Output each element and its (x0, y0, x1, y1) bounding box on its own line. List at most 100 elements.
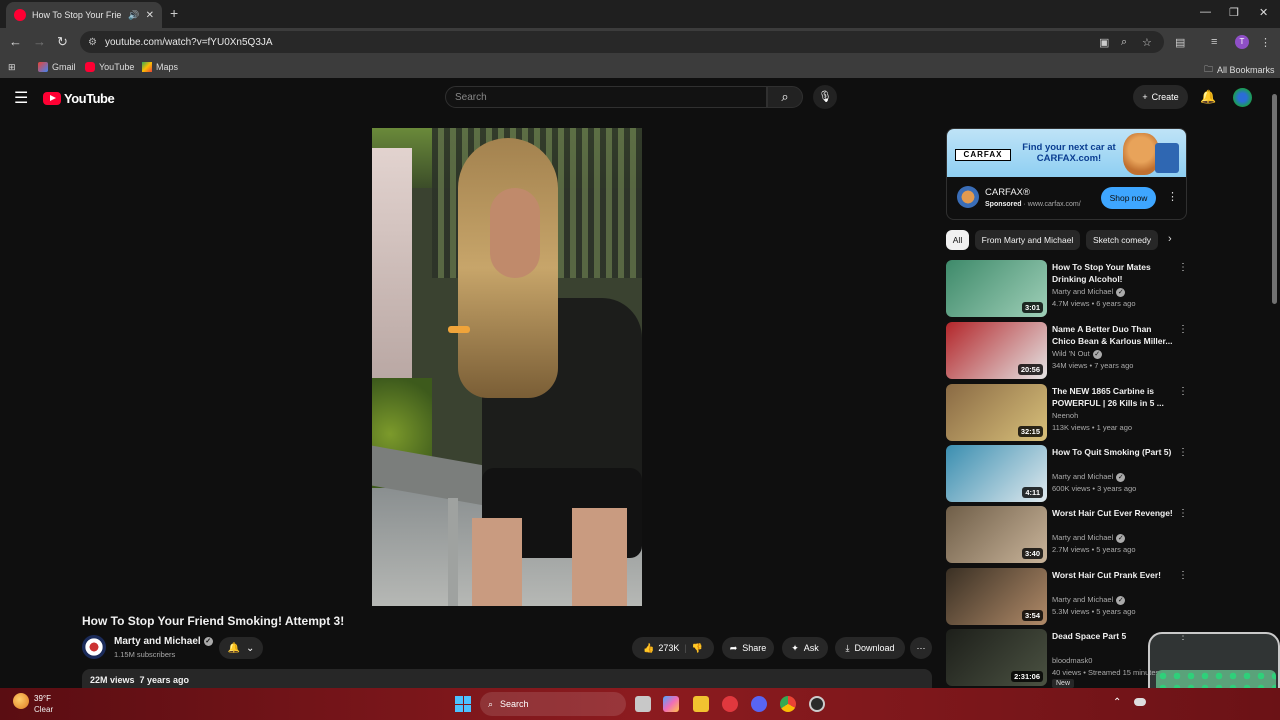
video-thumbnail[interactable]: 2:31:06 (946, 629, 1047, 686)
channel-name[interactable]: Neenoh (1052, 411, 1078, 420)
weather-icon[interactable] (13, 693, 29, 709)
tray-overflow-chevron-icon[interactable]: ⌃ (1113, 697, 1121, 708)
apps-grid-icon[interactable]: ⊞ (8, 62, 16, 73)
video-title[interactable]: The NEW 1865 Carbine is POWERFUL | 26 Ki… (1052, 386, 1176, 409)
restore-window-button[interactable]: ❐ (1229, 6, 1239, 19)
video-thumbnail[interactable]: 3:01 (946, 260, 1047, 317)
video-thumbnail[interactable]: 3:54 (946, 568, 1047, 625)
back-button[interactable]: ← (9, 34, 22, 49)
sponsored-ad-card[interactable]: CARFAX Find your next car at CARFAX.com!… (946, 128, 1187, 220)
onedrive-cloud-icon[interactable] (1134, 698, 1146, 706)
minimize-window-button[interactable]: — (1200, 6, 1211, 18)
channel-name[interactable]: Wild 'N Out ✓ (1052, 349, 1102, 359)
youtube-wordmark: YouTube (64, 91, 115, 106)
cast-icon[interactable]: ▣ (1099, 36, 1109, 49)
channel-name[interactable]: bloodmask0 (1052, 656, 1092, 665)
recommendation-item[interactable]: 4:11 How To Quit Smoking (Part 5) Marty an… (946, 445, 1191, 503)
hamburger-menu-icon[interactable]: ☰ (14, 88, 28, 108)
download-button[interactable]: ⤓ Download (835, 637, 905, 659)
scrollbar-thumb[interactable] (1272, 94, 1277, 304)
video-thumbnail[interactable]: 4:11 (946, 445, 1047, 502)
chip-all[interactable]: All (946, 230, 969, 250)
all-bookmarks-folder[interactable]: 🗀 All Bookmarks (1204, 62, 1275, 78)
chip-sketch-comedy[interactable]: Sketch comedy (1086, 230, 1158, 250)
video-title[interactable]: Name A Better Duo Than Chico Bean & Karl… (1052, 324, 1176, 347)
shop-now-button[interactable]: Shop now (1101, 187, 1156, 209)
account-avatar[interactable] (1233, 88, 1252, 107)
more-options-icon[interactable]: ⋮ (1178, 447, 1188, 458)
channel-name[interactable]: Marty and Michael ✓ (114, 636, 213, 647)
discord-icon[interactable] (751, 696, 767, 712)
close-window-button[interactable]: ✕ (1259, 6, 1268, 19)
ad-more-options-icon[interactable]: ⋮ (1167, 190, 1178, 203)
chrome-icon[interactable] (780, 696, 796, 712)
subscription-bell-button[interactable]: 🔔 ⌄ (219, 637, 263, 659)
file-explorer-icon[interactable] (635, 696, 651, 712)
media-controls-icon[interactable]: ≡ (1211, 36, 1217, 48)
recommendation-item[interactable]: 3:54 Worst Hair Cut Prank Ever! Marty and … (946, 568, 1191, 626)
channel-name[interactable]: Marty and Michael ✓ (1052, 472, 1126, 482)
recommendation-item[interactable]: 3:40 Worst Hair Cut Ever Revenge! Marty an… (946, 506, 1191, 564)
steam-icon[interactable] (809, 696, 825, 712)
recommendation-item[interactable]: 3:01 How To Stop Your Mates Drinking Alco… (946, 260, 1191, 318)
more-actions-button[interactable]: ⋯ (910, 637, 932, 659)
close-tab-icon[interactable]: ✕ (146, 10, 154, 21)
create-button[interactable]: + Create (1133, 85, 1188, 109)
chevron-right-icon[interactable]: › (1168, 233, 1172, 245)
channel-name[interactable]: Marty and Michael ✓ (1052, 533, 1126, 543)
address-bar[interactable]: ⚙ youtube.com/watch?v=fYU0Xn5Q3JA (80, 31, 1164, 53)
more-options-icon[interactable]: ⋮ (1178, 324, 1188, 335)
browser-tab-active[interactable]: How To Stop Your Friend Sm 🔊 ✕ (6, 2, 162, 28)
profile-avatar[interactable]: T (1235, 35, 1249, 49)
maps-pin-icon[interactable] (722, 696, 738, 712)
voice-search-button[interactable]: 🎙 (813, 85, 837, 109)
zoom-icon[interactable]: ⌕ (1121, 36, 1127, 49)
site-info-icon[interactable]: ⚙ (88, 37, 97, 48)
channel-name[interactable]: Marty and Michael ✓ (1052, 595, 1126, 605)
side-panel-icon[interactable]: ▤ (1175, 36, 1185, 49)
reload-button[interactable]: ↻ (57, 34, 68, 50)
dislike-button[interactable]: 👎 (692, 643, 703, 654)
video-title[interactable]: How To Stop Your Mates Drinking Alcohol! (1052, 262, 1176, 285)
search-button[interactable]: ⌕ (767, 86, 803, 108)
chrome-menu-icon[interactable]: ⋮ (1260, 36, 1271, 49)
more-options-icon[interactable]: ⋮ (1178, 262, 1188, 273)
channel-name[interactable]: Marty and Michael ✓ (1052, 287, 1126, 297)
forward-button[interactable]: → (33, 34, 46, 49)
youtube-logo[interactable]: YouTube (43, 91, 115, 106)
more-options-icon[interactable]: ⋮ (1178, 570, 1188, 581)
channel-avatar[interactable] (82, 635, 106, 659)
url-text: youtube.com/watch?v=fYU0Xn5Q3JA (104, 36, 273, 48)
new-tab-button[interactable]: + (170, 5, 178, 21)
video-title[interactable]: How To Quit Smoking (Part 5) (1052, 447, 1176, 459)
video-thumbnail[interactable]: 20:56 (946, 322, 1047, 379)
ask-button[interactable]: ✦ Ask (782, 637, 828, 659)
video-title[interactable]: Worst Hair Cut Prank Ever! (1052, 570, 1176, 582)
chip-from-channel[interactable]: From Marty and Michael (975, 230, 1080, 250)
like-button[interactable]: 👍 273K (643, 643, 679, 654)
video-frame-person-face (490, 188, 540, 278)
bookmark-gmail[interactable]: Gmail (38, 62, 76, 72)
video-thumbnail[interactable]: 32:15 (946, 384, 1047, 441)
audio-playing-icon[interactable]: 🔊 (128, 10, 139, 21)
bookmark-maps[interactable]: Maps (142, 62, 178, 72)
bookmark-star-icon[interactable]: ☆ (1142, 36, 1152, 49)
video-thumbnail[interactable]: 3:40 (946, 506, 1047, 563)
video-title[interactable]: Worst Hair Cut Ever Revenge! (1052, 508, 1176, 520)
windows-start-button[interactable] (455, 696, 471, 712)
search-input[interactable]: Search (445, 86, 767, 108)
video-player[interactable] (372, 128, 642, 606)
more-options-icon[interactable]: ⋮ (1178, 508, 1188, 519)
divider: | (684, 643, 687, 653)
more-options-icon[interactable]: ⋮ (1178, 386, 1188, 397)
recommendation-item[interactable]: 20:56 Name A Better Duo Than Chico Bean &… (946, 322, 1191, 380)
share-button[interactable]: ➦ Share (722, 637, 774, 659)
channel-name-text: Neenoh (1052, 411, 1079, 420)
recommendation-item[interactable]: 32:15 The NEW 1865 Carbine is POWERFUL | … (946, 384, 1191, 442)
folder-icon[interactable] (693, 696, 709, 712)
copilot-icon[interactable] (663, 696, 679, 712)
taskbar-search[interactable]: ⌕ Search (480, 692, 626, 716)
bookmark-youtube[interactable]: YouTube (85, 62, 134, 72)
notifications-bell-icon[interactable]: 🔔 (1200, 89, 1216, 105)
page-scrollbar[interactable] (1270, 80, 1280, 688)
